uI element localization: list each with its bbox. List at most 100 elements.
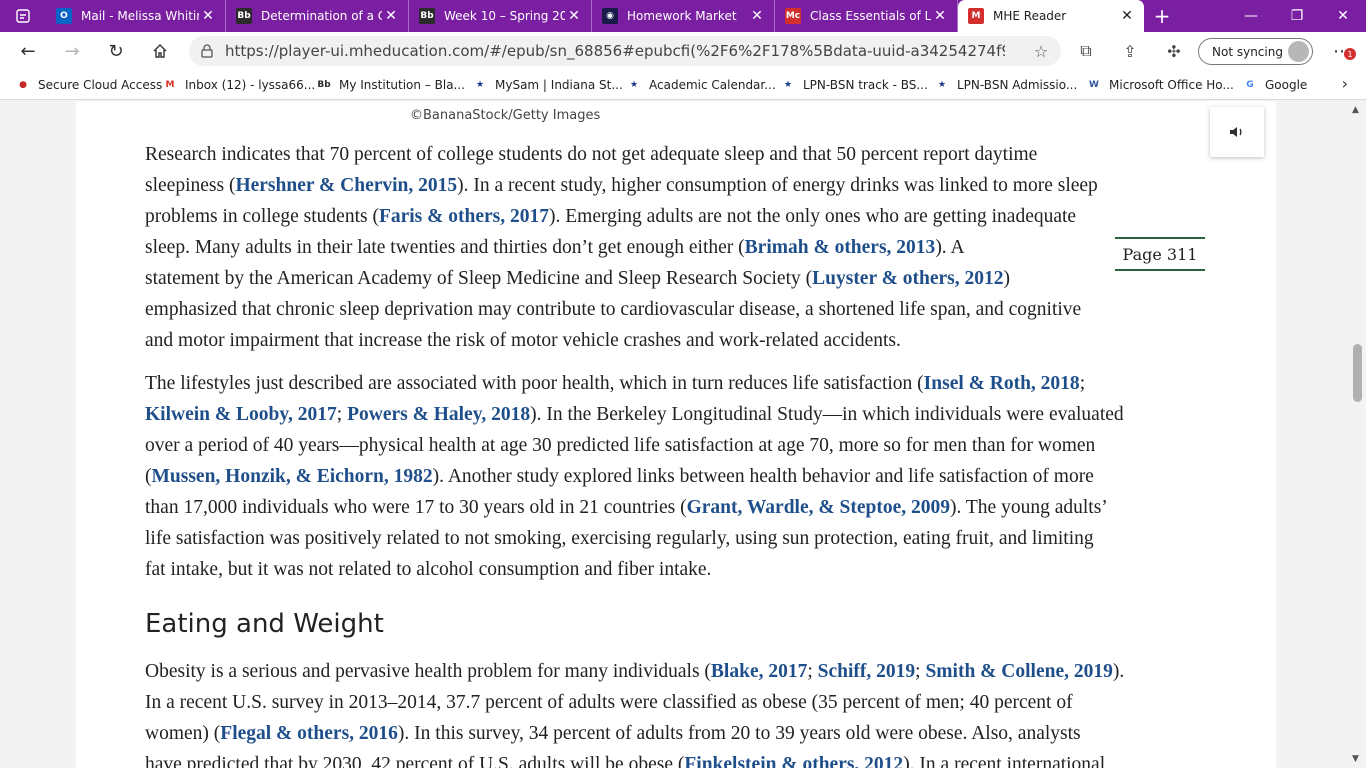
text-line: fat intake, but it was not related to al…: [145, 554, 1210, 585]
scroll-down-icon[interactable]: ▼: [1352, 754, 1359, 764]
tab-title: MHE Reader: [993, 9, 1067, 23]
citation-link[interactable]: Grant, Wardle, & Steptoe, 2009: [687, 497, 950, 518]
speaker-icon: [1230, 127, 1242, 137]
close-tab-icon[interactable]: ✕: [931, 8, 949, 24]
favorite-label: LPN-BSN track - BS...: [803, 78, 928, 92]
favorite-item[interactable]: ★ LPN-BSN track - BS...: [780, 77, 928, 93]
url-text[interactable]: https://player-ui.mheducation.com/#/epub…: [225, 42, 1005, 60]
favorite-item[interactable]: ★ Academic Calendar...: [626, 77, 776, 93]
tab-title: Class Essentials of Life: [810, 9, 931, 23]
favorite-item[interactable]: W Microsoft Office Ho...: [1086, 77, 1234, 93]
text-run: ). The young adults’: [950, 497, 1108, 518]
profile-sync-button[interactable]: Not syncing: [1198, 38, 1313, 65]
tab-2[interactable]: Bb Determination of a Ch ✕: [226, 0, 409, 32]
tab-4[interactable]: ◉ Homework Market ✕: [592, 0, 775, 32]
forward-button[interactable]: →: [50, 32, 94, 70]
lock-icon[interactable]: [189, 44, 225, 58]
minimize-button[interactable]: —: [1228, 0, 1274, 32]
text-line: have predicted that by 2030, 42 percent …: [145, 749, 1210, 768]
favorite-item[interactable]: ★ MySam | Indiana St...: [472, 77, 623, 93]
text-line: In a recent U.S. survey in 2013–2014, 37…: [145, 687, 1210, 718]
collections-button[interactable]: ⧉: [1064, 41, 1108, 61]
text-line: women) (Flegal & others, 2016). In this …: [145, 718, 1210, 749]
favorite-label: Inbox (12) - lyssa66...: [185, 78, 316, 92]
text-run: life satisfaction was positively related…: [145, 528, 1094, 549]
maximize-button[interactable]: ❐: [1274, 0, 1320, 32]
close-tab-icon[interactable]: ✕: [565, 8, 583, 24]
close-tab-icon[interactable]: ✕: [1118, 8, 1136, 24]
text-run: sleepiness (: [145, 175, 236, 196]
vertical-scrollbar[interactable]: ▲ ▼: [1348, 101, 1366, 768]
favorite-label: Academic Calendar...: [649, 78, 776, 92]
favorite-item[interactable]: ● Secure Cloud Access: [15, 77, 162, 93]
close-window-button[interactable]: ✕: [1320, 0, 1366, 32]
citation-link[interactable]: Smith & Collene, 2019: [925, 661, 1112, 682]
favorite-item[interactable]: ★ LPN-BSN Admissio...: [934, 77, 1077, 93]
tab-title: Mail - Melissa Whiting: [81, 9, 199, 23]
text-run: ;: [915, 661, 926, 682]
reader-viewport: ©BananaStock/Getty Images Research indic…: [0, 101, 1348, 768]
citation-link[interactable]: Insel & Roth, 2018: [924, 373, 1080, 394]
favorite-label: Secure Cloud Access: [38, 78, 163, 92]
citation-link[interactable]: Brimah & others, 2013: [745, 237, 936, 258]
text-run: emphasized that chronic sleep deprivatio…: [145, 299, 1082, 320]
google-icon: G: [1246, 80, 1254, 90]
citation-link[interactable]: Luyster & others, 2012: [812, 268, 1003, 289]
citation-link[interactable]: Faris & others, 2017: [379, 206, 549, 227]
book-page: ©BananaStock/Getty Images Research indic…: [76, 101, 1276, 768]
refresh-button[interactable]: ↻: [94, 32, 138, 70]
refresh-icon: ↻: [108, 40, 124, 62]
tab-strip: O Mail - Melissa Whiting ✕ Bb Determination …: [0, 0, 1366, 32]
text-line: over a period of 40 years—physical healt…: [145, 430, 1210, 461]
address-bar[interactable]: https://player-ui.mheducation.com/#/epub…: [189, 36, 1061, 66]
tab-3[interactable]: Bb Week 10 – Spring 2021✕: [409, 0, 592, 32]
citation-link[interactable]: Powers & Haley, 2018: [347, 404, 530, 425]
audio-button[interactable]: [1210, 107, 1264, 157]
text-run: over a period of 40 years—physical healt…: [145, 435, 1096, 456]
scroll-up-icon[interactable]: ▲: [1352, 105, 1359, 115]
close-icon: ✕: [1337, 8, 1349, 24]
citation-link[interactable]: Mussen, Honzik, & Eichorn, 1982: [152, 466, 433, 487]
extensions-button[interactable]: ✣: [1152, 42, 1196, 61]
text-run: fat intake, but it was not related to al…: [145, 559, 712, 580]
favorite-item[interactable]: G Google: [1242, 77, 1307, 93]
close-tab-icon[interactable]: ✕: [199, 8, 217, 24]
add-favorite-button[interactable]: ☆: [1021, 42, 1061, 61]
citation-link[interactable]: Schiff, 2019: [818, 661, 916, 682]
new-tab-button[interactable]: +: [1144, 0, 1180, 32]
favorite-item[interactable]: Bb My Institution – Bla...: [316, 77, 465, 93]
citation-link[interactable]: Finkelstein & others, 2012: [684, 754, 903, 768]
home-button[interactable]: [138, 32, 182, 70]
text-run: ;: [336, 404, 348, 425]
citation-link[interactable]: Flegal & others, 2016: [220, 723, 398, 744]
tab-6[interactable]: M MHE Reader ✕: [958, 0, 1144, 32]
favorite-item[interactable]: M Inbox (12) - lyssa66...: [162, 77, 316, 93]
citation-link[interactable]: Kilwein & Looby, 2017: [145, 404, 337, 425]
text-run: In a recent U.S. survey in 2013–2014, 37…: [145, 692, 1073, 713]
section-heading: Eating and Weight: [145, 609, 384, 639]
close-tab-icon[interactable]: ✕: [748, 8, 766, 24]
settings-menu-button[interactable]: ⋯ 1: [1322, 38, 1362, 65]
citation-link[interactable]: Blake, 2017: [711, 661, 807, 682]
text-run: ). In this survey, 34 percent of adults …: [397, 723, 1081, 744]
text-line: emphasized that chronic sleep deprivatio…: [145, 294, 1210, 325]
text-run: and motor impairment that increase the r…: [145, 330, 901, 351]
favorite-label: LPN-BSN Admissio...: [957, 78, 1078, 92]
scrollbar-thumb[interactable]: [1353, 344, 1362, 402]
notification-badge: 1: [1344, 48, 1356, 60]
close-tab-icon[interactable]: ✕: [382, 8, 400, 24]
back-button[interactable]: ←: [6, 32, 50, 70]
bookmark-icon: ★: [937, 80, 947, 90]
tab-5[interactable]: Mc Class Essentials of Life✕: [775, 0, 958, 32]
share-button[interactable]: ⇪: [1108, 42, 1152, 61]
text-run: statement by the American Academy of Sle…: [145, 268, 813, 289]
extensions-icon: ✣: [1167, 41, 1181, 61]
favorites-overflow-button[interactable]: ›: [1342, 74, 1348, 93]
tab-1[interactable]: O Mail - Melissa Whiting ✕: [46, 0, 226, 32]
mhe-reader-icon: M: [968, 8, 984, 24]
text-run: problems in college students (: [145, 206, 379, 227]
outlook-icon: O: [56, 8, 72, 24]
tab-actions-button[interactable]: [0, 0, 46, 32]
citation-link[interactable]: Hershner & Chervin, 2015: [235, 175, 457, 196]
star-bookmark-icon: ★: [629, 80, 639, 90]
